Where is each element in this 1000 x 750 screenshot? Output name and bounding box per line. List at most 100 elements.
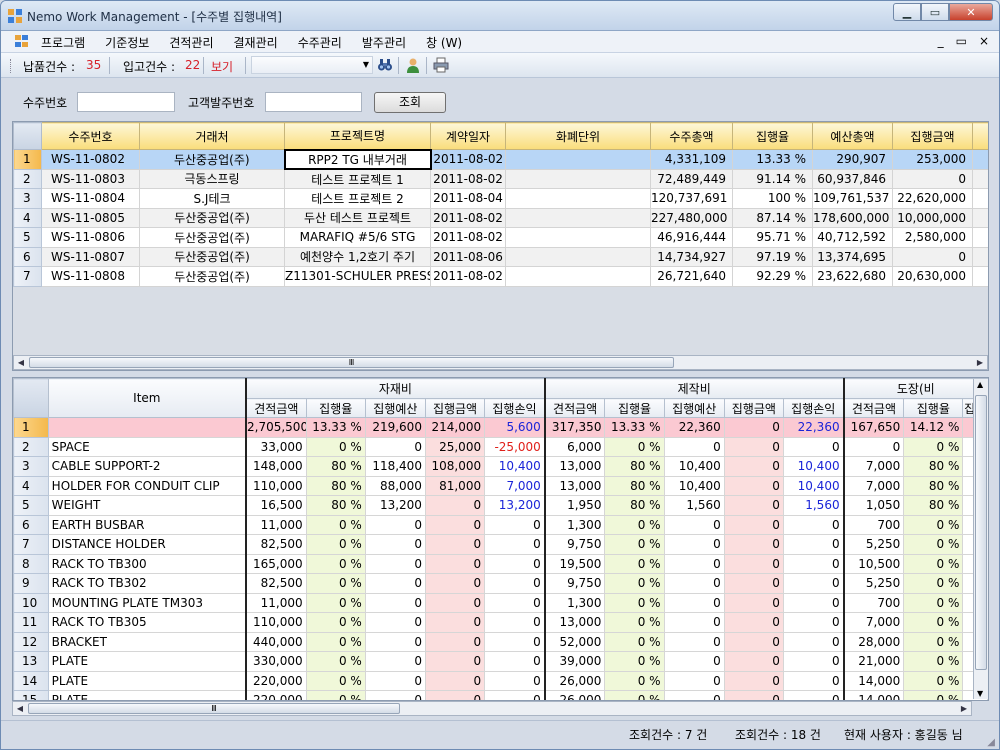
item-cell[interactable]: MOUNTING PLATE TM303 bbox=[47, 592, 247, 613]
detail-cell[interactable]: 80 % bbox=[903, 456, 964, 477]
row-header[interactable]: 6 bbox=[13, 514, 49, 535]
item-cell[interactable]: PLATE bbox=[47, 651, 247, 672]
detail-cell[interactable]: 0 % bbox=[604, 690, 665, 700]
row-header[interactable]: 4 bbox=[13, 475, 49, 496]
row-header[interactable]: 6 bbox=[13, 246, 42, 267]
detail-cell[interactable]: 82,500 bbox=[244, 573, 307, 594]
detail-cell[interactable]: 14.12 % bbox=[903, 417, 964, 438]
orders-cell[interactable]: 2011-08-02 bbox=[430, 207, 506, 228]
detail-column-header[interactable]: 집행율 bbox=[604, 398, 665, 418]
orders-cell[interactable]: 두산중공업(주) bbox=[139, 266, 285, 287]
detail-cell[interactable]: 0 % bbox=[903, 690, 964, 700]
detail-cell[interactable]: 0 bbox=[663, 534, 725, 555]
detail-row[interactable]: 6 EARTH BUSBAR 11,000 0 % 0 0 0 1,300 0 % 0 0 0 700 0… bbox=[13, 514, 988, 535]
detail-cell[interactable]: 81,000 bbox=[424, 475, 486, 496]
detail-row[interactable]: 5 WEIGHT 16,500 80 % 13,200 0 13,200 1,950 80 % 1… bbox=[13, 495, 988, 516]
orders-cell[interactable]: 0 bbox=[892, 168, 973, 189]
detail-cell[interactable]: 0 bbox=[723, 690, 784, 700]
detail-cell[interactable]: 0 bbox=[484, 690, 546, 700]
detail-cell[interactable]: 0 % bbox=[604, 534, 665, 555]
detail-cell[interactable]: 28,000 bbox=[842, 631, 905, 652]
detail-row[interactable]: 14 PLATE 220,000 0 % 0 0 0 26,000 0 % 0 0 0 14,000 0 … bbox=[13, 670, 988, 691]
mdi-minimize-button[interactable]: _ bbox=[938, 34, 944, 48]
detail-cell[interactable]: 80 % bbox=[305, 475, 366, 496]
detail-cell[interactable]: 0 % bbox=[604, 573, 665, 594]
detail-cell[interactable]: 33,000 bbox=[244, 436, 307, 457]
detail-cell[interactable]: 11,000 bbox=[244, 514, 307, 535]
detail-cell[interactable]: 0 bbox=[424, 514, 486, 535]
orders-cell[interactable] bbox=[505, 227, 651, 248]
orders-cell[interactable]: 92.29 % bbox=[732, 266, 813, 287]
orders-cell[interactable] bbox=[505, 188, 651, 209]
detail-cell[interactable]: 0 bbox=[424, 651, 486, 672]
detail-cell[interactable]: 13.33 % bbox=[604, 417, 665, 438]
row-header[interactable]: 11 bbox=[13, 612, 49, 633]
orders-cell[interactable]: 22,620,000 bbox=[892, 188, 973, 209]
detail-cell[interactable]: 0 bbox=[424, 612, 486, 633]
row-header[interactable]: 3 bbox=[13, 456, 49, 477]
detail-cell[interactable]: 0 bbox=[364, 612, 426, 633]
orders-cell[interactable]: 2011-08-06 bbox=[430, 246, 506, 267]
mdi-child-icon[interactable] bbox=[15, 35, 29, 48]
detail-cell[interactable]: 0 % bbox=[903, 514, 964, 535]
detail-cell[interactable]: 0 bbox=[364, 534, 426, 555]
execution-detail-grid[interactable]: Item 자재비 제작비 도장(비 견적금액 집행율 집행예산 집행금액 집행손익 견적금… bbox=[12, 377, 989, 701]
detail-row[interactable]: 7 DISTANCE HOLDER 82,500 0 % 0 0 0 9,750 0 % 0 0 0 5… bbox=[13, 534, 988, 555]
detail-cell[interactable]: 26,000 bbox=[543, 690, 606, 700]
orders-cell[interactable]: 2011-08-02 bbox=[430, 168, 506, 189]
order-number-input[interactable] bbox=[77, 92, 175, 112]
detail-row[interactable]: 15 PLATE 220,000 0 % 0 0 0 26,000 0 % 0 0 0 14,000 0 … bbox=[13, 690, 988, 700]
detail-cell[interactable]: 0 % bbox=[305, 670, 366, 691]
orders-cell[interactable]: 72,489,449 bbox=[650, 168, 733, 189]
orders-cell[interactable]: 두산중공업(주) bbox=[139, 207, 285, 228]
item-column-header[interactable]: Item bbox=[47, 378, 247, 418]
detail-cell[interactable]: 0 bbox=[723, 553, 784, 574]
detail-row[interactable]: 11 RACK TO TB305 110,000 0 % 0 0 0 13,000 0 % 0 0 0… bbox=[13, 612, 988, 633]
orders-column-header[interactable]: 화폐단위 bbox=[505, 122, 651, 150]
orders-cell[interactable]: Z11301-SCHULER PRESS bbox=[284, 266, 431, 287]
detail-cell[interactable]: 10,500 bbox=[842, 553, 905, 574]
row-header[interactable]: 14 bbox=[13, 670, 49, 691]
detail-cell[interactable]: 110,000 bbox=[244, 475, 307, 496]
detail-cell[interactable]: 25,000 bbox=[424, 436, 486, 457]
detail-cell[interactable]: 10,400 bbox=[484, 456, 546, 477]
row-header[interactable]: 1 bbox=[13, 417, 49, 438]
detail-cell[interactable]: 0 bbox=[782, 592, 845, 613]
orders-cell[interactable]: WS-11-0806 bbox=[41, 227, 140, 248]
orders-cell[interactable]: 23,622,680 bbox=[812, 266, 893, 287]
row-header[interactable]: 2 bbox=[13, 436, 49, 457]
detail-cell[interactable]: 0 bbox=[364, 670, 426, 691]
detail-cell[interactable]: 7,000 bbox=[842, 456, 905, 477]
detail-cell[interactable]: 317,350 bbox=[543, 417, 606, 438]
detail-cell[interactable]: 0 bbox=[364, 651, 426, 672]
detail-cell[interactable]: 0 bbox=[782, 534, 845, 555]
orders-cell[interactable]: 극동스프링 bbox=[139, 168, 285, 189]
detail-cell[interactable]: 0 bbox=[782, 573, 845, 594]
orders-column-header[interactable]: 수주번호 bbox=[41, 122, 140, 150]
detail-cell[interactable]: 0 % bbox=[305, 553, 366, 574]
detail-cell[interactable]: 0 % bbox=[903, 592, 964, 613]
orders-cell[interactable]: 두산중공업(주) bbox=[139, 149, 285, 170]
toolbar-combo[interactable]: ▼ bbox=[251, 56, 373, 74]
detail-cell[interactable]: 0 bbox=[663, 573, 725, 594]
detail-cell[interactable]: 80 % bbox=[604, 475, 665, 496]
detail-cell[interactable]: 0 % bbox=[604, 514, 665, 535]
orders-column-header[interactable]: 집행율 bbox=[732, 122, 813, 150]
detail-cell[interactable]: 0 % bbox=[903, 651, 964, 672]
detail-cell[interactable]: 0 bbox=[484, 534, 546, 555]
row-header[interactable]: 5 bbox=[13, 227, 42, 248]
item-cell[interactable]: SPACE bbox=[47, 436, 247, 457]
detail-cell[interactable]: 0 bbox=[782, 651, 845, 672]
detail-cell[interactable]: 0 % bbox=[305, 690, 366, 700]
detail-cell[interactable]: 80 % bbox=[604, 495, 665, 516]
detail-cell[interactable]: 10,400 bbox=[782, 475, 845, 496]
detail-cell[interactable]: 330,000 bbox=[244, 651, 307, 672]
detail-cell[interactable]: 0 bbox=[782, 436, 845, 457]
menu-order[interactable]: 수주관리 bbox=[298, 34, 342, 51]
detail-cell[interactable]: 80 % bbox=[903, 495, 964, 516]
orders-cell[interactable]: 91.14 % bbox=[732, 168, 813, 189]
orders-cell[interactable] bbox=[505, 207, 651, 228]
detail-cell[interactable]: 0 bbox=[782, 514, 845, 535]
detail-cell[interactable]: 82,500 bbox=[244, 534, 307, 555]
orders-cell[interactable]: 120,737,691 bbox=[650, 188, 733, 209]
